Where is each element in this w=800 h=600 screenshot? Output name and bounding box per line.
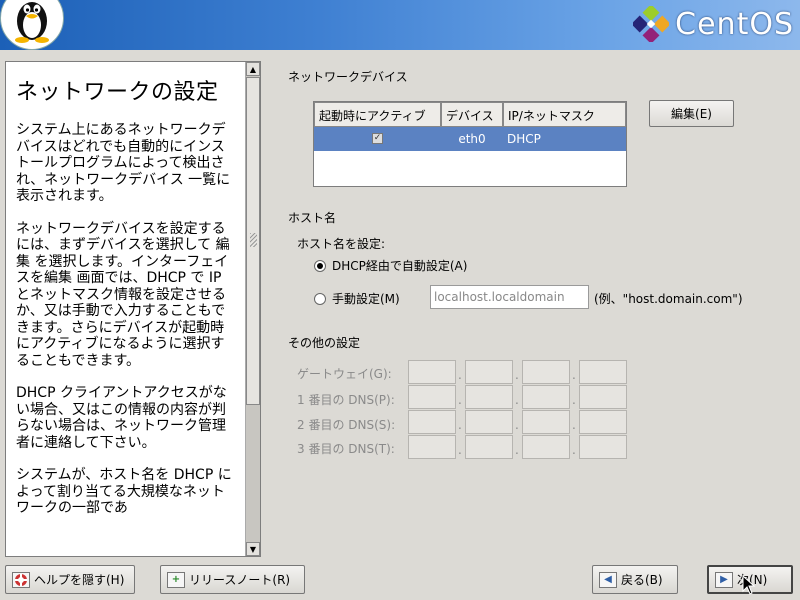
dns3-octet-3[interactable] xyxy=(522,435,570,459)
hide-help-button[interactable]: ヘルプを隠す(H) xyxy=(5,565,135,594)
scroll-down-arrow-icon[interactable]: ▼ xyxy=(246,542,260,556)
octet-separator: . xyxy=(515,393,519,407)
column-header-active[interactable]: 起動時にアクティブ xyxy=(314,102,441,127)
help-content: ネットワークの設定 システム上にあるネットワークデバイスはどれでも自動的にインス… xyxy=(6,62,246,556)
octet-separator: . xyxy=(572,368,576,382)
dns1-label: 1 番目の DNS(P): xyxy=(297,393,395,407)
release-notes-button[interactable]: + リリースノート(R) xyxy=(160,565,305,594)
octet-separator: . xyxy=(458,393,462,407)
hide-help-label: ヘルプを隠す(H) xyxy=(34,573,125,587)
tux-icon xyxy=(15,2,49,43)
hostname-input[interactable]: localhost.localdomain xyxy=(430,285,589,309)
gateway-label: ゲートウェイ(G): xyxy=(297,367,392,381)
centos-logo: CentOS xyxy=(633,6,794,42)
other-settings-label: その他の設定 xyxy=(288,336,361,350)
manual-radio[interactable] xyxy=(314,292,326,305)
scroll-thumb[interactable] xyxy=(246,77,260,405)
table-row[interactable]: ✓ eth0 DHCP xyxy=(314,127,626,151)
scroll-up-arrow-icon[interactable]: ▲ xyxy=(246,62,260,76)
arrow-left-icon: ◀ xyxy=(599,571,617,588)
column-header-device[interactable]: デバイス xyxy=(441,102,503,127)
dhcp-radio[interactable] xyxy=(314,259,326,272)
manual-radio-label[interactable]: 手動設定(M) xyxy=(332,290,400,307)
dns2-octet-1[interactable] xyxy=(408,410,456,434)
octet-separator: . xyxy=(458,368,462,382)
hostname-section-label: ホスト名 xyxy=(288,211,337,225)
dns3-label: 3 番目の DNS(T): xyxy=(297,442,395,456)
gateway-octet-3[interactable] xyxy=(522,360,570,384)
release-notes-label: リリースノート(R) xyxy=(189,573,291,587)
octet-separator: . xyxy=(572,443,576,457)
table-header: 起動時にアクティブ デバイス IP/ネットマスク xyxy=(314,102,626,127)
hostname-set-label: ホスト名を設定: xyxy=(297,237,386,251)
octet-separator: . xyxy=(515,368,519,382)
column-header-ip[interactable]: IP/ネットマスク xyxy=(503,102,626,127)
lifebuoy-icon xyxy=(12,571,30,588)
network-device-table[interactable]: 起動時にアクティブ デバイス IP/ネットマスク ✓ eth0 DHCP xyxy=(313,101,627,187)
octet-separator: . xyxy=(515,418,519,432)
active-checkbox[interactable]: ✓ xyxy=(372,133,383,144)
brand-name: CentOS xyxy=(675,6,794,42)
active-cell[interactable]: ✓ xyxy=(314,127,441,151)
help-paragraph: DHCP クライアントアクセスがない場合、又はこの情報の内容が判らない場合は、ネ… xyxy=(16,385,227,451)
dns2-octet-4[interactable] xyxy=(579,410,627,434)
gateway-octet-1[interactable] xyxy=(408,360,456,384)
dns2-octet-2[interactable] xyxy=(465,410,513,434)
help-title: ネットワークの設定 xyxy=(16,80,219,105)
help-paragraph: システムが、ホスト名を DHCP によって割り当てる大規模なネットワークの一部で… xyxy=(16,467,232,516)
grip-icon xyxy=(250,233,257,247)
help-panel: ネットワークの設定 システム上にあるネットワークデバイスはどれでも自動的にインス… xyxy=(5,61,261,557)
dns3-octet-1[interactable] xyxy=(408,435,456,459)
centos-emblem-icon xyxy=(633,6,670,42)
octet-separator: . xyxy=(515,443,519,457)
header-banner: CentOS xyxy=(0,0,800,50)
gateway-octet-4[interactable] xyxy=(579,360,627,384)
dns1-octet-3[interactable] xyxy=(522,385,570,409)
help-paragraph: ネットワークデバイスを設定するには、まずデバイスを選択して 編集 を選択します。… xyxy=(16,220,230,369)
gateway-octet-2[interactable] xyxy=(465,360,513,384)
dns3-octet-2[interactable] xyxy=(465,435,513,459)
ip-cell: DHCP xyxy=(507,132,541,146)
dns2-label: 2 番目の DNS(S): xyxy=(297,418,396,432)
dhcp-radio-label[interactable]: DHCP経由で自動設定(A) xyxy=(332,257,467,274)
help-paragraph: システム上にあるネットワークデバイスはどれでも自動的にインストールプログラムによ… xyxy=(16,122,231,204)
dns2-octet-3[interactable] xyxy=(522,410,570,434)
octet-separator: . xyxy=(572,418,576,432)
back-button[interactable]: ◀ 戻る(B) xyxy=(592,565,678,594)
dns3-octet-4[interactable] xyxy=(579,435,627,459)
back-label: 戻る(B) xyxy=(621,573,663,587)
mouse-pointer-icon xyxy=(742,575,756,595)
edit-button[interactable]: 編集(E) xyxy=(649,100,734,127)
hostname-example: (例、"host.domain.com") xyxy=(594,292,743,306)
document-plus-icon: + xyxy=(167,571,185,588)
octet-separator: . xyxy=(458,418,462,432)
tux-logo xyxy=(0,0,64,50)
arrow-right-icon: ▶ xyxy=(715,571,733,588)
dns1-octet-4[interactable] xyxy=(579,385,627,409)
device-cell: eth0 xyxy=(458,132,486,146)
dhcp-radio-row[interactable]: DHCP経由で自動設定(A) xyxy=(314,257,467,274)
help-scrollbar[interactable]: ▲ ▼ xyxy=(245,62,260,556)
octet-separator: . xyxy=(572,393,576,407)
dns1-octet-1[interactable] xyxy=(408,385,456,409)
dns1-octet-2[interactable] xyxy=(465,385,513,409)
octet-separator: . xyxy=(458,443,462,457)
manual-radio-row[interactable]: 手動設定(M) xyxy=(314,290,400,307)
network-devices-label: ネットワークデバイス xyxy=(288,70,408,84)
